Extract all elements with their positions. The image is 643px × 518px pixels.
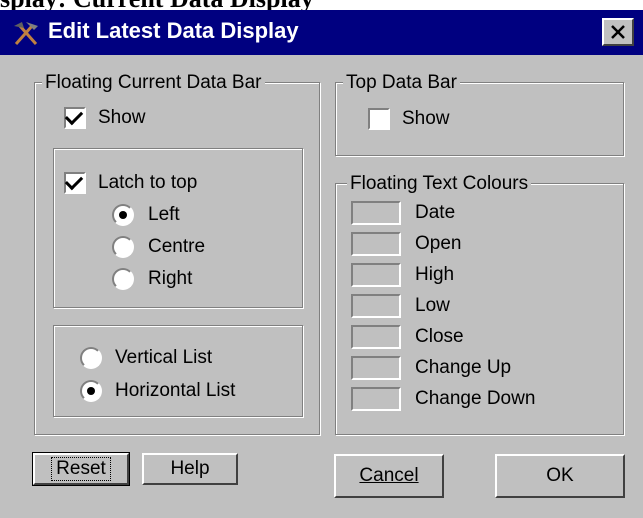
radio-right-label: Right bbox=[148, 268, 193, 289]
layout-group bbox=[53, 325, 303, 417]
colour-swatch-change-up[interactable] bbox=[351, 356, 401, 380]
dialog-window: Edit Latest Data Display Floating Curren… bbox=[0, 10, 643, 518]
latch-to-top-label: Latch to top bbox=[98, 172, 198, 193]
ok-button-label: OK bbox=[546, 465, 574, 486]
reset-button-label: Reset bbox=[51, 457, 111, 481]
colour-label-change-up: Change Up bbox=[415, 357, 512, 378]
floating-bar-group-title: Floating Current Data Bar bbox=[42, 72, 265, 94]
floating-show-label: Show bbox=[98, 107, 146, 128]
cancel-button-label: Cancel bbox=[359, 465, 419, 486]
colour-label-change-down: Change Down bbox=[415, 388, 536, 409]
window-title: Edit Latest Data Display bbox=[48, 18, 299, 43]
colours-group-title: Floating Text Colours bbox=[347, 173, 532, 195]
colour-swatch-change-down[interactable] bbox=[351, 387, 401, 411]
help-button-label: Help bbox=[170, 458, 210, 479]
colour-swatch-date[interactable] bbox=[351, 201, 401, 225]
colour-swatch-close[interactable] bbox=[351, 325, 401, 349]
ok-button[interactable]: OK bbox=[495, 454, 625, 498]
colour-label-open: Open bbox=[415, 233, 462, 254]
hammer-pick-icon bbox=[14, 22, 38, 45]
help-button[interactable]: Help bbox=[142, 453, 238, 485]
close-button[interactable] bbox=[602, 18, 634, 46]
colour-label-date: Date bbox=[415, 202, 456, 223]
radio-right[interactable] bbox=[112, 268, 134, 290]
radio-horizontal-list-label: Horizontal List bbox=[115, 380, 236, 401]
title-bar[interactable]: Edit Latest Data Display bbox=[0, 10, 643, 55]
radio-horizontal-list[interactable] bbox=[80, 380, 102, 402]
latch-to-top-checkbox[interactable] bbox=[64, 172, 86, 194]
colour-swatch-open[interactable] bbox=[351, 232, 401, 256]
colour-label-low: Low bbox=[415, 295, 450, 316]
floating-show-checkbox[interactable] bbox=[64, 107, 86, 129]
top-show-checkbox[interactable] bbox=[368, 108, 390, 130]
radio-vertical-list-label: Vertical List bbox=[115, 347, 213, 368]
radio-vertical-list[interactable] bbox=[80, 347, 102, 369]
colour-label-high: High bbox=[415, 264, 455, 285]
top-bar-group-title: Top Data Bar bbox=[343, 72, 460, 94]
cancel-button[interactable]: Cancel bbox=[334, 454, 444, 498]
radio-centre[interactable] bbox=[112, 236, 134, 258]
radio-left-label: Left bbox=[148, 204, 180, 225]
colour-swatch-high[interactable] bbox=[351, 263, 401, 287]
colour-swatch-low[interactable] bbox=[351, 294, 401, 318]
close-icon bbox=[611, 25, 625, 39]
radio-left[interactable] bbox=[112, 204, 134, 226]
top-show-label: Show bbox=[402, 108, 450, 129]
colour-label-close: Close bbox=[415, 326, 464, 347]
reset-button[interactable]: Reset bbox=[32, 452, 130, 486]
radio-centre-label: Centre bbox=[148, 236, 206, 257]
